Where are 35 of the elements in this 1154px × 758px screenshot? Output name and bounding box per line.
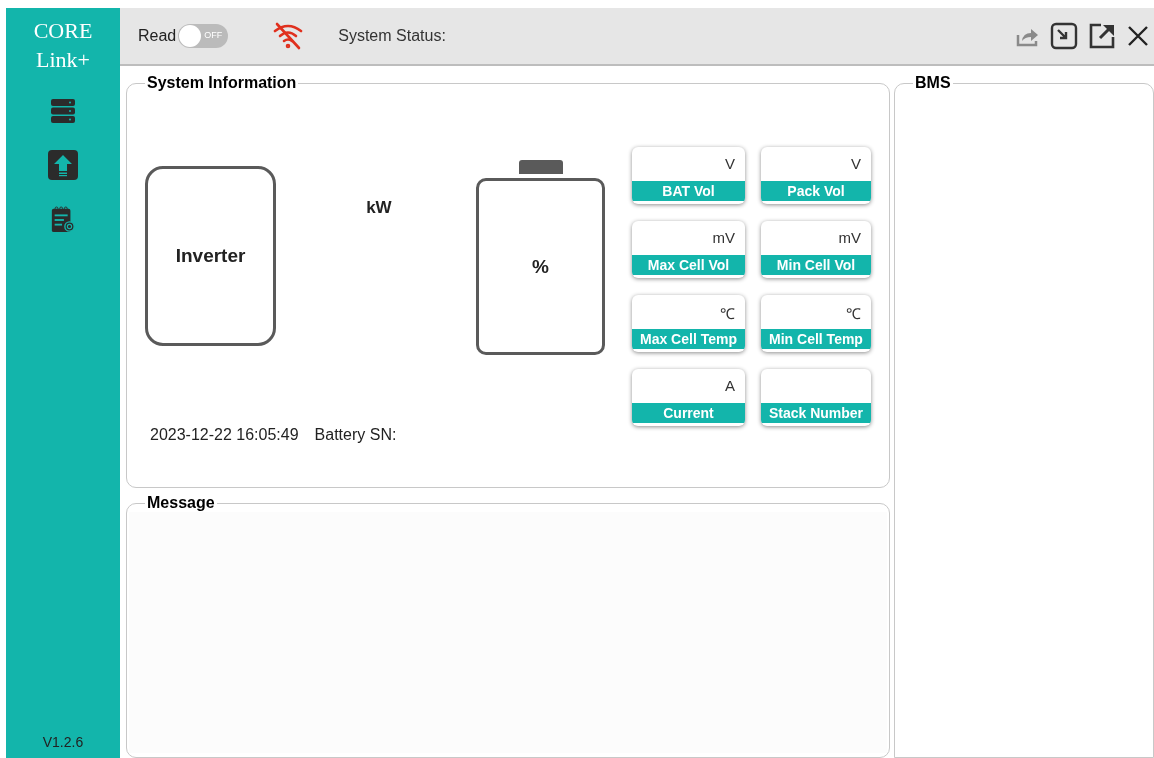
metric-label: Max Cell Vol bbox=[632, 255, 745, 275]
read-toggle[interactable]: OFF bbox=[178, 24, 229, 48]
unit-label: ℃ bbox=[846, 305, 861, 322]
metric-label: Max Cell Temp bbox=[632, 329, 745, 349]
minimize-window-icon[interactable] bbox=[1050, 22, 1078, 50]
unit-label: A bbox=[725, 377, 735, 394]
unit-label: mV bbox=[838, 229, 861, 246]
external-window-icon[interactable] bbox=[1088, 22, 1116, 50]
metric-label: Min Cell Temp bbox=[761, 329, 871, 349]
close-icon[interactable] bbox=[1126, 24, 1150, 48]
unit-label: V bbox=[725, 155, 735, 172]
inverter-label: Inverter bbox=[175, 245, 246, 267]
panel-title: BMS bbox=[914, 74, 952, 92]
unit-label: V bbox=[851, 155, 861, 172]
power-unit: kW bbox=[366, 198, 393, 218]
upload-icon[interactable] bbox=[47, 149, 79, 181]
metric-label: BAT Vol bbox=[632, 181, 745, 201]
version-label: V1.2.6 bbox=[42, 734, 84, 750]
battery-terminal bbox=[518, 160, 563, 174]
battery-percent-unit: % bbox=[532, 255, 549, 278]
timestamp: 2023-12-22 16:05:49 bbox=[150, 426, 299, 444]
unit-label: mV bbox=[712, 229, 735, 246]
panel-title: System Information bbox=[146, 74, 298, 92]
app-logo: CORE Link+ bbox=[33, 17, 93, 74]
server-icon[interactable] bbox=[50, 98, 76, 124]
metric-label: Pack Vol bbox=[761, 181, 871, 201]
metric-label: Current bbox=[632, 403, 745, 423]
panel-title: Message bbox=[146, 494, 216, 512]
unit-label: ℃ bbox=[720, 305, 735, 322]
metric-label: Stack Number bbox=[761, 403, 871, 423]
read-label: Read bbox=[138, 27, 177, 45]
system-status-label: System Status: bbox=[338, 27, 446, 45]
battery-sn-label: Battery SN: bbox=[314, 426, 397, 444]
metric-label: Min Cell Vol bbox=[761, 255, 871, 275]
notepad-search-icon[interactable] bbox=[50, 206, 76, 234]
